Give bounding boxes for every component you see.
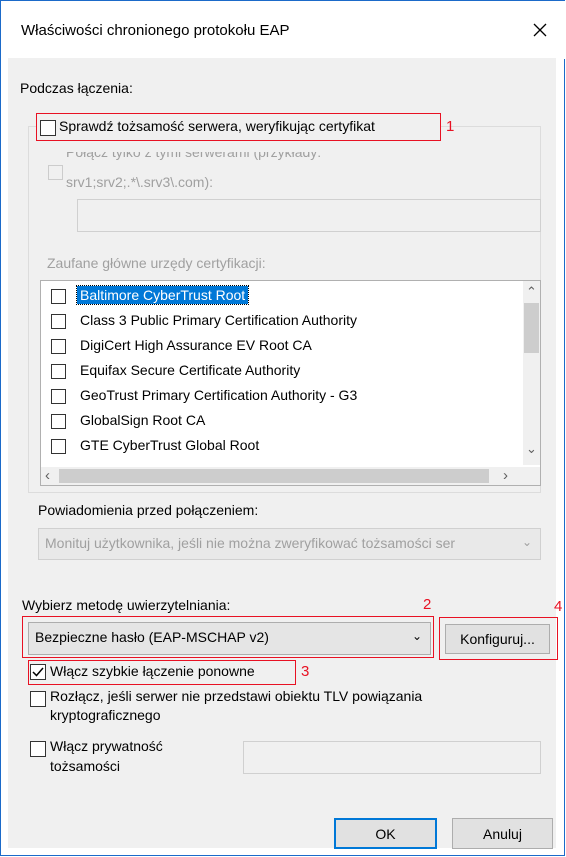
connect-servers-label-line1: Połącz tylko z tymi serwerami (przykłady… <box>66 152 322 160</box>
annotation-number-1: 1 <box>446 118 455 135</box>
ca-label: GeoTrust Primary Certification Authority… <box>80 387 358 403</box>
ca-label: Equifax Secure Certificate Authority <box>80 362 301 378</box>
scroll-left-icon[interactable]: ‹ <box>45 467 50 484</box>
ca-list-item[interactable]: Equifax Secure Certificate Authority <box>49 359 509 384</box>
ca-list-item[interactable]: GTE CyberTrust Global Root <box>49 434 509 459</box>
identity-privacy-checkbox[interactable] <box>30 741 46 757</box>
ca-label: GlobalSign Root CA <box>80 412 206 428</box>
ca-label: Class 3 Public Primary Certification Aut… <box>80 312 357 328</box>
annotation-box-2 <box>22 616 434 658</box>
chevron-down-icon: ⌄ <box>521 535 532 549</box>
vertical-scrollbar[interactable]: ⌃ ⌄ <box>523 281 540 465</box>
annotation-number-2: 2 <box>423 596 432 613</box>
ca-list-item[interactable]: Baltimore CyberTrust Root <box>49 284 509 309</box>
horizontal-scrollbar[interactable]: ‹ › <box>41 467 523 485</box>
identity-privacy-label-line1: Włącz prywatność <box>50 738 163 754</box>
cancel-button[interactable]: Anuluj <box>452 818 553 849</box>
ok-button[interactable]: OK <box>334 818 437 849</box>
ca-label: GTE CyberTrust Global Root <box>80 437 260 453</box>
close-button[interactable] <box>523 13 557 47</box>
annotation-box-4 <box>439 617 558 660</box>
ca-checkbox[interactable] <box>51 414 66 429</box>
connect-servers-label-clip: Połącz tylko z tymi serwerami (przykłady… <box>66 152 486 166</box>
connect-servers-label-line2: srv1;srv2;.*\.srv3\.com): <box>66 174 214 190</box>
scrollbar-corner <box>523 467 540 485</box>
connecting-heading: Podczas łączenia: <box>20 80 133 96</box>
ca-list-item[interactable]: GlobalSign Root CA <box>49 409 509 434</box>
notifications-label: Powiadomienia przed połączeniem: <box>38 502 259 518</box>
ca-checkbox[interactable] <box>51 339 66 354</box>
scroll-up-icon[interactable]: ⌃ <box>526 284 537 300</box>
scroll-down-icon[interactable]: ⌄ <box>526 441 537 457</box>
ca-label: Baltimore CyberTrust Root <box>75 285 250 305</box>
annotation-number-3: 3 <box>301 663 310 680</box>
ca-list-item[interactable]: GeoTrust Primary Certification Authority… <box>49 384 509 409</box>
horizontal-scroll-thumb[interactable] <box>59 469 489 483</box>
ca-checkbox[interactable] <box>51 289 66 304</box>
servers-input[interactable] <box>77 199 541 232</box>
ca-checkbox[interactable] <box>51 364 66 379</box>
ca-list-item[interactable]: DigiCert High Assurance EV Root CA <box>49 334 509 359</box>
disconnect-tlv-checkbox[interactable] <box>30 691 46 707</box>
notifications-value: Monituj użytkownika, jeśli nie można zwe… <box>45 535 456 551</box>
ca-list-item[interactable]: Class 3 Public Primary Certification Aut… <box>49 309 509 334</box>
trusted-ca-listbox[interactable]: Baltimore CyberTrust Root Class 3 Public… <box>40 280 541 486</box>
ca-checkbox[interactable] <box>51 314 66 329</box>
ca-checkbox[interactable] <box>51 389 66 404</box>
dialog-title: Właściwości chronionego protokołu EAP <box>21 22 290 39</box>
vertical-scroll-thumb[interactable] <box>524 303 539 353</box>
connect-servers-checkbox[interactable] <box>48 165 63 180</box>
scroll-right-icon[interactable]: › <box>503 467 508 484</box>
title-bar: Właściwości chronionego protokołu EAP <box>1 1 566 59</box>
annotation-box-3 <box>28 660 296 685</box>
auth-method-label: Wybierz metodę uwierzytelniania: <box>22 597 231 613</box>
annotation-box-1 <box>36 113 441 141</box>
ca-label: DigiCert High Assurance EV Root CA <box>80 337 312 353</box>
trusted-ca-label: Zaufane główne urzędy certyfikacji: <box>47 255 266 271</box>
identity-privacy-input[interactable] <box>243 741 541 774</box>
ca-checkbox[interactable] <box>51 439 66 454</box>
disconnect-tlv-label-line1: Rozłącz, jeśli serwer nie przedstawi obi… <box>50 688 423 704</box>
close-icon <box>533 23 547 37</box>
annotation-number-4: 4 <box>554 598 563 615</box>
disconnect-tlv-label-line2: kryptograficznego <box>50 707 161 723</box>
notifications-select[interactable]: Monituj użytkownika, jeśli nie można zwe… <box>38 528 541 560</box>
identity-privacy-label-line2: tożsamości <box>50 758 121 774</box>
